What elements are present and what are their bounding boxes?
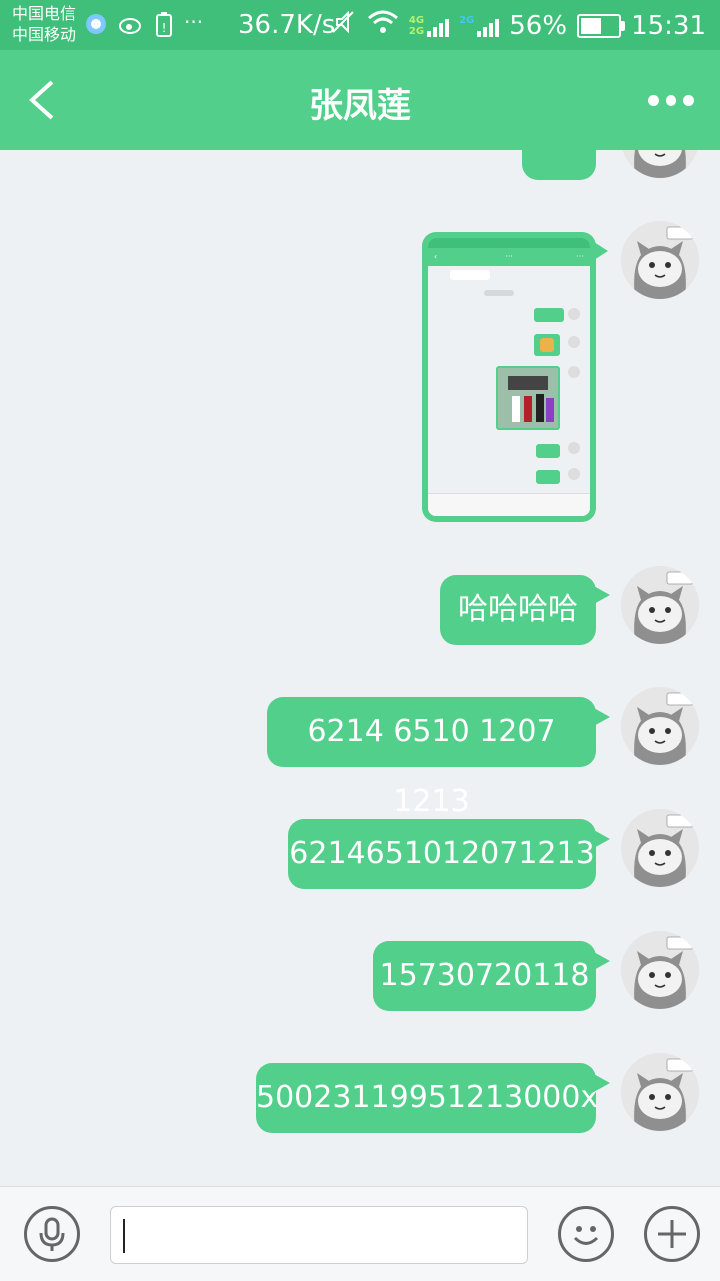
plus-button[interactable] bbox=[644, 1206, 700, 1262]
more-button[interactable] bbox=[648, 92, 695, 108]
message-bubble[interactable]: 哈哈哈哈 bbox=[440, 575, 610, 645]
plus-icon bbox=[658, 1220, 686, 1248]
net-type-4g: 4G bbox=[408, 14, 425, 26]
message-bubble-partial[interactable] bbox=[522, 150, 596, 180]
net-speed: 36.7K/s bbox=[238, 10, 336, 40]
more-dots-icon: ··· bbox=[184, 10, 204, 34]
avatar[interactable] bbox=[621, 566, 699, 644]
microphone-icon bbox=[39, 1217, 65, 1251]
avatar[interactable] bbox=[621, 931, 699, 1009]
message-text: 50023119951213000x bbox=[256, 1080, 599, 1115]
message-bubble[interactable]: 50023119951213000x bbox=[256, 1063, 610, 1133]
carrier-1: 中国电信 bbox=[12, 4, 77, 23]
message-text: 6214 6510 1207 1213 bbox=[307, 714, 556, 819]
carrier-labels: 中国电信 中国移动 bbox=[12, 3, 76, 45]
carrier-2: 中国移动 bbox=[12, 25, 77, 44]
battery-percent: 56% bbox=[509, 10, 568, 41]
weibo-icon bbox=[118, 12, 144, 43]
message-bubble[interactable]: 6214 6510 1207 1213 bbox=[267, 697, 610, 819]
net-type-2g-secondary: 2G bbox=[459, 14, 475, 26]
image-message[interactable]: ‹ ··· ··· bbox=[422, 232, 608, 522]
chat-header: 张凤莲 bbox=[0, 50, 720, 150]
avatar[interactable] bbox=[621, 687, 699, 765]
battery-alert-icon: ! bbox=[154, 12, 174, 43]
avatar[interactable] bbox=[621, 221, 699, 299]
message-text: 哈哈哈哈 bbox=[458, 592, 578, 627]
message-text: 15730720118 bbox=[379, 958, 590, 993]
avatar[interactable] bbox=[621, 150, 699, 178]
avatar[interactable] bbox=[621, 1053, 699, 1131]
browser-icon bbox=[84, 12, 108, 43]
status-bar: 中国电信 中国移动 ! ··· 36.7K/s 4G 2G 2G 56% 15:… bbox=[0, 0, 720, 50]
avatar[interactable] bbox=[621, 809, 699, 887]
chat-title: 张凤莲 bbox=[309, 86, 411, 126]
emoji-button[interactable] bbox=[558, 1206, 614, 1262]
message-bubble[interactable]: 6214651012071213 bbox=[288, 819, 610, 889]
smiley-icon bbox=[573, 1226, 599, 1245]
signal-icon bbox=[427, 15, 450, 37]
chat-screenshot-image: ‹ ··· ··· bbox=[428, 238, 590, 516]
svg-text:!: ! bbox=[162, 21, 167, 35]
voice-button[interactable] bbox=[24, 1206, 80, 1262]
mute-icon bbox=[329, 8, 357, 43]
more-horizontal-icon bbox=[648, 94, 659, 106]
message-input[interactable] bbox=[110, 1206, 528, 1264]
message-list[interactable]: ‹ ··· ··· 哈哈哈哈 6214 6510 1207 1213 62146… bbox=[0, 150, 720, 1186]
battery-icon bbox=[577, 13, 626, 38]
input-bar bbox=[0, 1186, 720, 1281]
clock: 15:31 bbox=[631, 10, 706, 41]
net-type-2g: 2G bbox=[408, 25, 425, 37]
message-bubble[interactable]: 15730720118 bbox=[373, 941, 610, 1011]
message-text: 6214651012071213 bbox=[289, 836, 595, 871]
text-caret bbox=[123, 1219, 125, 1253]
wifi-icon bbox=[367, 9, 399, 42]
signal-icon-2 bbox=[477, 15, 500, 37]
